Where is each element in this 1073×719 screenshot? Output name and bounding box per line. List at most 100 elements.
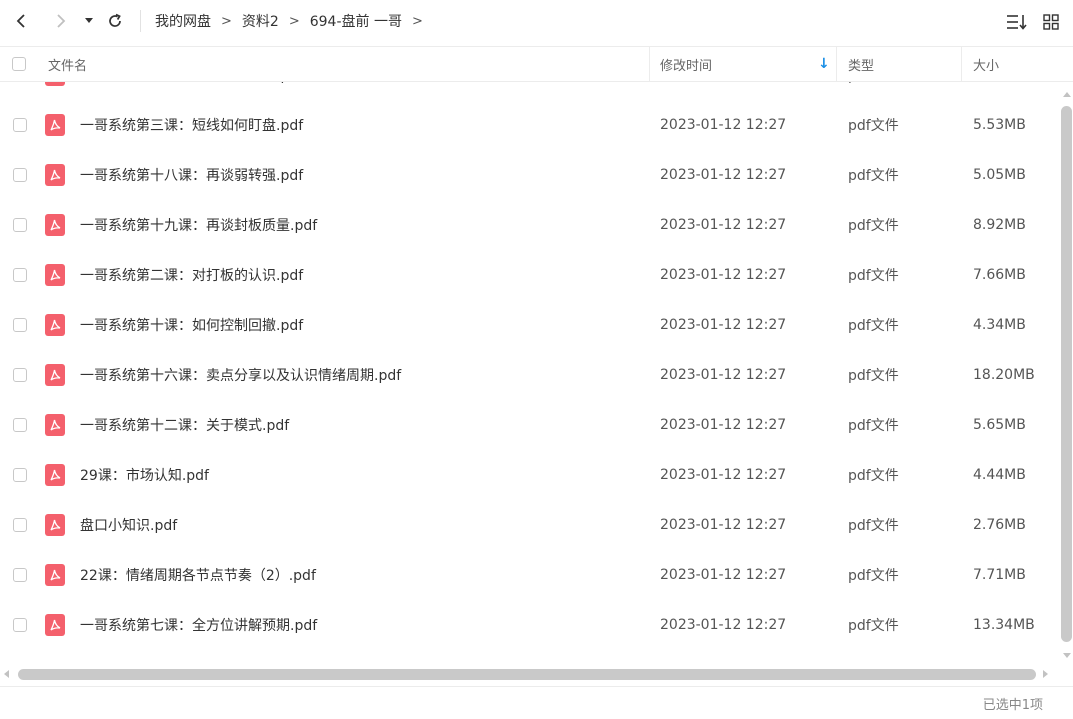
file-name[interactable]: 一哥系统第十六课：卖点分享以及认识情绪周期.pdf xyxy=(80,350,401,400)
breadcrumb-expand-arrow[interactable]: > xyxy=(412,14,423,29)
file-row[interactable]: 一哥系统第三课：短线如何盯盘.pdf 2023-01-12 12:27 pdf文件 5… xyxy=(0,100,1060,150)
refresh-button[interactable] xyxy=(104,8,126,34)
file-size: 10.28MB xyxy=(973,82,1035,100)
chevron-right-icon xyxy=(57,14,66,28)
row-checkbox[interactable] xyxy=(13,518,27,532)
sort-button[interactable] xyxy=(1005,11,1029,33)
breadcrumb: 我的网盘 > 资料2 > 694-盘前 一哥 > xyxy=(155,10,433,32)
grid-view-button[interactable] xyxy=(1040,11,1062,33)
horizontal-scroll-thumb[interactable] xyxy=(18,669,1036,680)
file-modified-time: 2023-01-12 12:27 xyxy=(660,217,787,233)
file-name[interactable]: 29课：市场认知.pdf xyxy=(80,450,209,500)
file-name[interactable]: 一哥系统第三课：短线如何盯盘.pdf xyxy=(80,100,303,150)
file-size: 5.05MB xyxy=(973,167,1026,183)
column-divider[interactable] xyxy=(961,47,962,81)
file-size: 4.44MB xyxy=(973,467,1026,483)
file-row[interactable]: 一哥系统第七课：全方位讲解预期.pdf 2023-01-12 12:27 pdf文件… xyxy=(0,600,1060,650)
file-modified-time: 2023-01-12 12:27 xyxy=(660,417,787,433)
forward-button[interactable] xyxy=(50,8,72,34)
caret-down-icon xyxy=(85,18,93,23)
file-type: pdf文件 xyxy=(848,318,899,334)
file-size: 2.76MB xyxy=(973,517,1026,533)
file-type: pdf文件 xyxy=(848,418,899,434)
file-name[interactable]: 22课：情绪周期各节点节奏（2）.pdf xyxy=(80,550,316,600)
vertical-scroll-thumb[interactable] xyxy=(1061,106,1072,642)
file-row[interactable]: 一哥系统第十九课：再谈封板质量.pdf 2023-01-12 12:27 pdf文件… xyxy=(0,200,1060,250)
file-row[interactable]: 一哥系统第九课：全面解析承接.pdf 2023-01-12 12:27 pdf文件 1… xyxy=(0,82,1060,100)
pdf-file-icon xyxy=(45,214,65,236)
row-checkbox[interactable] xyxy=(13,468,27,482)
pdf-file-icon xyxy=(45,264,65,286)
file-row[interactable]: 22课：情绪周期各节点节奏（2）.pdf 2023-01-12 12:27 pdf文… xyxy=(0,550,1060,600)
file-row[interactable]: 盘口小知识.pdf 2023-01-12 12:27 pdf文件 2.76MB xyxy=(0,500,1060,550)
row-checkbox[interactable] xyxy=(13,568,27,582)
file-type: pdf文件 xyxy=(848,268,899,284)
file-size: 8.92MB xyxy=(973,217,1026,233)
breadcrumb-item-folder[interactable]: 资料2 xyxy=(242,11,279,31)
scroll-right-arrow-icon[interactable] xyxy=(1043,670,1048,678)
sort-descending-icon[interactable]: ↓ xyxy=(818,47,830,81)
selection-status: 已选中1项 xyxy=(982,698,1043,713)
row-checkbox[interactable] xyxy=(13,618,27,632)
pdf-file-icon xyxy=(45,82,65,86)
column-header-type[interactable]: 类型 xyxy=(848,47,874,81)
select-all-checkbox[interactable] xyxy=(12,57,26,71)
file-modified-time: 2023-01-12 12:27 xyxy=(660,317,787,333)
history-dropdown-button[interactable] xyxy=(82,8,96,34)
toolbar-divider xyxy=(140,10,141,32)
file-name[interactable]: 一哥系统第七课：全方位讲解预期.pdf xyxy=(80,600,317,650)
row-checkbox[interactable] xyxy=(13,118,27,132)
row-checkbox[interactable] xyxy=(13,418,27,432)
column-header-size[interactable]: 大小 xyxy=(973,47,999,81)
file-row[interactable]: 一哥系统第二课：对打板的认识.pdf 2023-01-12 12:27 pdf文件 7… xyxy=(0,250,1060,300)
pdf-file-icon xyxy=(45,564,65,586)
horizontal-scrollbar[interactable] xyxy=(0,664,1060,684)
pdf-file-icon xyxy=(45,314,65,336)
file-row[interactable]: 一哥系统第十八课：再谈弱转强.pdf 2023-01-12 12:27 pdf文件 5… xyxy=(0,150,1060,200)
file-name[interactable]: 一哥系统第十八课：再谈弱转强.pdf xyxy=(80,150,303,200)
refresh-icon xyxy=(109,13,121,27)
file-type: pdf文件 xyxy=(848,218,899,234)
file-type: pdf文件 xyxy=(848,468,899,484)
column-divider[interactable] xyxy=(836,47,837,81)
file-name[interactable]: 一哥系统第十课：如何控制回撤.pdf xyxy=(80,300,303,350)
column-divider[interactable] xyxy=(649,47,650,81)
file-row[interactable]: 一哥系统第十二课：关于模式.pdf 2023-01-12 12:27 pdf文件 5.… xyxy=(0,400,1060,450)
breadcrumb-item-root[interactable]: 我的网盘 xyxy=(155,11,211,31)
file-size: 18.20MB xyxy=(973,367,1035,383)
column-header-time[interactable]: 修改时间 xyxy=(660,47,712,81)
file-list-header: 文件名 修改时间 ↓ 类型 大小 xyxy=(0,46,1073,82)
scroll-left-arrow-icon[interactable] xyxy=(4,670,9,678)
pdf-file-icon xyxy=(45,514,65,536)
file-name[interactable]: 一哥系统第十二课：关于模式.pdf xyxy=(80,400,289,450)
row-checkbox[interactable] xyxy=(13,168,27,182)
row-checkbox[interactable] xyxy=(13,368,27,382)
row-checkbox[interactable] xyxy=(13,318,27,332)
scroll-down-arrow-icon[interactable] xyxy=(1063,653,1071,658)
file-type: pdf文件 xyxy=(848,82,899,100)
breadcrumb-item-current[interactable]: 694-盘前 一哥 xyxy=(310,11,402,31)
scroll-up-arrow-icon[interactable] xyxy=(1063,92,1071,97)
file-modified-time: 2023-01-12 12:27 xyxy=(660,117,787,133)
file-modified-time: 2023-01-12 12:27 xyxy=(660,367,787,383)
file-modified-time: 2023-01-12 12:27 xyxy=(660,82,786,100)
row-checkbox[interactable] xyxy=(13,268,27,282)
file-type: pdf文件 xyxy=(848,368,899,384)
grid-view-icon xyxy=(1043,14,1059,30)
file-name[interactable]: 一哥系统第九课：全面解析承接.pdf xyxy=(80,82,303,100)
file-name[interactable]: 一哥系统第十九课：再谈封板质量.pdf xyxy=(80,200,317,250)
file-name[interactable]: 一哥系统第二课：对打板的认识.pdf xyxy=(80,250,303,300)
file-name[interactable]: 盘口小知识.pdf xyxy=(80,500,177,550)
file-row[interactable]: 一哥系统第十课：如何控制回撤.pdf 2023-01-12 12:27 pdf文件 4… xyxy=(0,300,1060,350)
breadcrumb-separator: > xyxy=(288,13,300,29)
back-button[interactable] xyxy=(10,8,32,34)
vertical-scrollbar[interactable] xyxy=(1060,82,1073,664)
file-list: 一哥系统第九课：全面解析承接.pdf 2023-01-12 12:27 pdf文件 1… xyxy=(0,82,1060,664)
file-row[interactable]: 一哥系统第十六课：卖点分享以及认识情绪周期.pdf 2023-01-12 12:2… xyxy=(0,350,1060,400)
chevron-left-icon xyxy=(16,14,25,28)
file-modified-time: 2023-01-12 12:27 xyxy=(660,167,787,183)
file-size: 7.66MB xyxy=(973,267,1026,283)
row-checkbox[interactable] xyxy=(13,218,27,232)
column-header-name[interactable]: 文件名 xyxy=(48,47,87,81)
file-row[interactable]: 29课：市场认知.pdf 2023-01-12 12:27 pdf文件 4.44MB xyxy=(0,450,1060,500)
